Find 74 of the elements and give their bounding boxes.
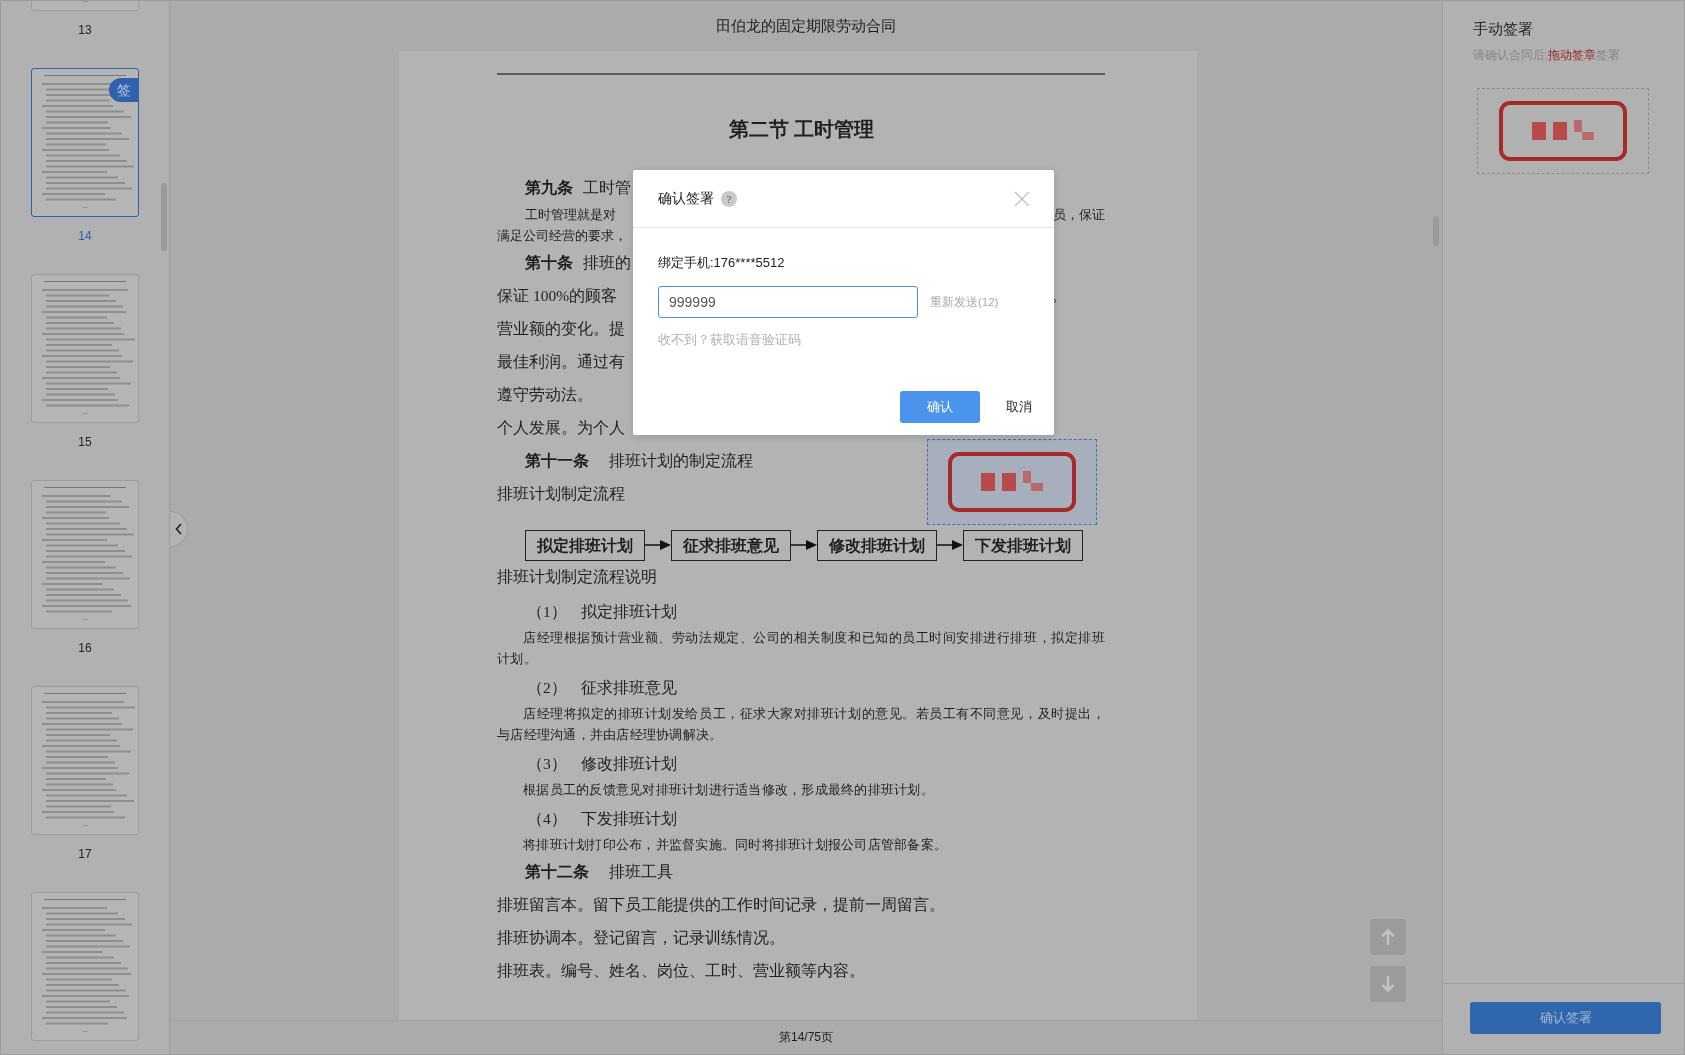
phone-label: 绑定手机:176****5512 [658,254,786,272]
flow-step: 征求排班意见 [671,529,791,561]
page-thumbnail[interactable] [31,892,139,1041]
page-thumbnail[interactable] [31,480,139,629]
article-title: 工时管 [583,178,631,198]
arrow-icon [645,540,671,550]
paragraph: 将排班计划打印公布，并监督实施。同时将排班计划报公司店管部备案。 [522,836,948,854]
code-input[interactable]: 999999 [658,286,918,318]
text-line: 遵守劳动法。 [497,385,593,405]
dialog-title: 确认签署 [658,189,714,208]
close-button[interactable] [1014,190,1030,207]
page-number: 15 [78,435,92,449]
page-number: 13 [78,23,92,37]
arrow-icon [791,540,817,550]
voice-code-link[interactable]: 收不到？获取语音验证码 [658,333,801,347]
paragraph: 店经理将拟定的排班计划发给员工，征求大家对排班计划的意见。若员工有不同意见，及时提出，与店经理沟通，并由店经理协调解决。 [497,705,1105,744]
page-indicator: 第14/75页 [779,1029,833,1046]
article-label: 第十条 [525,253,573,273]
text-line: 保证 100%的顾客 [497,286,618,306]
item-number: （4） [527,809,567,829]
page-number: 16 [78,641,92,655]
article-title: 排班计划的制定流程 [609,451,753,471]
chevron-left-icon [174,523,183,535]
text-line: 排班留言本。留下员工能提供的工作时间记录，提前一周留言。 [497,895,945,915]
placed-stamp[interactable] [927,439,1097,525]
page-thumbnail[interactable] [31,686,139,835]
page-thumbnail[interactable] [31,274,139,423]
resend-link[interactable]: 重新发送(12) [930,294,999,310]
text-line: 工时管理就是对 [525,206,616,224]
text-line: 营业额的变化。提 [497,319,625,339]
confirm-button[interactable]: 确认 [900,391,980,423]
text-line: 满足公司经营的要求， [497,227,627,245]
text-line: 排班表。编号、姓名、岗位、工时、营业额等内容。 [497,961,865,981]
item-number: （1） [527,602,567,622]
text-line: 排班计划制定流程说明 [497,567,657,587]
close-icon [1014,190,1030,207]
article-label: 第九条 [525,178,573,198]
item-title: 征求排班意见 [580,678,677,698]
item-title: 下发排班计划 [580,809,677,829]
text-line: 最佳利润。通过有 [497,352,625,372]
page-number: 14 [78,229,92,243]
text-line: 排班协调本。登记留言，记录训练情况。 [497,928,785,948]
item-title: 修改排班计划 [580,754,677,774]
paragraph: 根据员工的反馈意见对排班计划进行适当修改，形成最终的排班计划。 [522,781,935,799]
stamp-slot[interactable] [1477,88,1649,174]
item-number: （2） [527,678,567,698]
scroll-down-button[interactable] [1370,966,1406,1002]
text-line: 员，保证 [1053,206,1105,224]
text-line: 个人发展。为个人 [497,418,625,438]
page-number: 17 [78,847,92,861]
flow-step: 修改排班计划 [817,529,937,561]
collapse-button[interactable] [170,511,188,547]
flow-step: 下发排班计划 [963,529,1083,561]
document-title: 田伯龙的固定期限劳动合同 [716,16,896,36]
text-line: 排班计划制定流程 [497,484,625,504]
section-heading: 第二节 工时管理 [727,117,875,142]
confirm-sign-button[interactable]: 确认签署 [1470,1002,1661,1034]
arrow-up-icon [1381,928,1395,946]
paragraph: 店经理根据预计营业额、劳动法规定、公司的相关制度和已知的员工时间安排进行排班，拟定排班计划。 [497,629,1105,668]
item-title: 拟定排班计划 [580,602,677,622]
cancel-button[interactable]: 取消 [1006,398,1032,416]
article-title: 排班的 [583,253,631,273]
item-number: （3） [527,754,567,774]
arrow-icon [937,540,963,550]
sign-badge: 签 [109,78,139,102]
scroll-up-button[interactable] [1370,919,1406,955]
article-title: 排班工具 [609,862,673,882]
arrow-down-icon [1381,975,1395,993]
panel-title: 手动签署 [1473,19,1534,39]
page-thumbnail[interactable]: 签 [31,68,139,217]
help-icon[interactable]: ? [721,190,737,207]
article-label: 第十一条 [525,451,589,471]
flow-step: 拟定排班计划 [525,529,645,561]
article-label: 第十二条 [525,862,589,882]
